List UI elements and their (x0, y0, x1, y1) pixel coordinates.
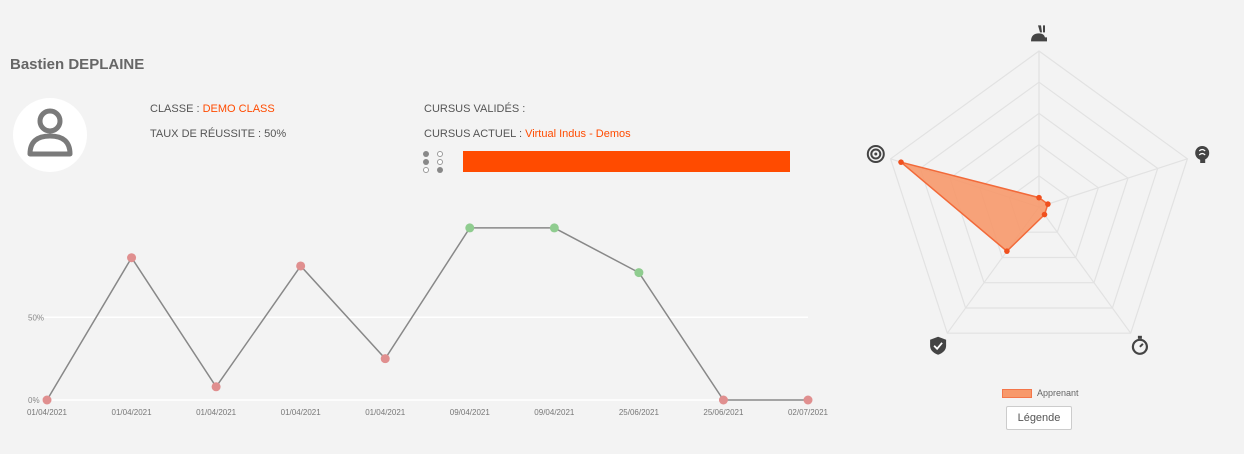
target-icon[interactable] (866, 145, 885, 163)
x-tick-label: 01/04/2021 (27, 408, 68, 417)
student-name: Bastien DEPLAINE (10, 56, 145, 73)
data-point (211, 382, 221, 392)
series-line (46, 227, 808, 401)
radar-series-area (900, 161, 1049, 253)
x-tick-label: 01/04/2021 (365, 408, 406, 417)
x-tick-label: 09/04/2021 (534, 408, 575, 417)
class-info: CLASSE : DEMO CLASS (150, 103, 275, 115)
success-rate-label: TAUX DE RÉUSSITE : (150, 128, 265, 140)
radar-axis (1038, 206, 1132, 334)
legend-button[interactable]: Légende (1006, 406, 1072, 430)
data-point (634, 268, 644, 278)
radar-point (1045, 201, 1051, 207)
success-rate-value: 50% (264, 128, 287, 140)
radar-axis (1038, 158, 1188, 208)
y-tick-label: 50% (28, 313, 44, 322)
validated-courses-label: CURSUS VALIDÉS : (424, 103, 526, 115)
x-tick-label: 09/04/2021 (450, 408, 491, 417)
x-tick-label: 25/06/2021 (619, 408, 660, 417)
data-point (465, 223, 475, 233)
radar-point (1036, 194, 1042, 201)
class-label: CLASSE : (150, 103, 203, 115)
current-course-label: CURSUS ACTUEL : (424, 128, 526, 140)
avatar (13, 98, 87, 172)
radar-point (898, 159, 904, 165)
x-tick-label: 01/04/2021 (281, 408, 322, 417)
skills-radar-chart (866, 25, 1210, 355)
radar-point (1004, 248, 1010, 254)
success-rate-info: TAUX DE RÉUSSITE : 50% (150, 128, 286, 140)
x-tick-label: 01/04/2021 (112, 408, 153, 417)
data-point (803, 395, 813, 405)
student-dashboard-card: Bastien DEPLAINE CLASSE : DEMO CLASS TAU… (0, 0, 1244, 454)
stopwatch-icon[interactable] (1131, 335, 1148, 355)
x-tick-label: 25/06/2021 (703, 408, 744, 417)
data-point (296, 261, 306, 271)
data-point (718, 395, 728, 405)
legend-swatch[interactable] (1002, 389, 1032, 398)
results-line-chart: 0% 50% 01/04/2021 01/04/2021 01/04/2021 01/04… (27, 223, 829, 417)
data-point (127, 253, 137, 263)
data-point (549, 223, 559, 233)
legend-series-label[interactable]: Apprenant (1037, 388, 1079, 398)
class-value[interactable]: DEMO CLASS (203, 103, 275, 115)
data-point (380, 354, 390, 364)
current-course-value[interactable]: Virtual Indus - Demos (525, 128, 631, 140)
x-tick-label: 01/04/2021 (196, 408, 237, 417)
shield-check-icon[interactable] (930, 336, 947, 355)
course-progress-bar (463, 151, 790, 172)
y-tick-label: 0% (28, 396, 40, 405)
x-tick-label: 02/07/2021 (788, 408, 829, 417)
rabbit-icon[interactable] (1031, 25, 1047, 42)
data-point (42, 395, 52, 405)
brain-icon[interactable] (1195, 146, 1210, 163)
user-icon (27, 108, 73, 157)
current-course-info: CURSUS ACTUEL : Virtual Indus - Demos (424, 128, 631, 140)
radar-point (1041, 211, 1048, 218)
